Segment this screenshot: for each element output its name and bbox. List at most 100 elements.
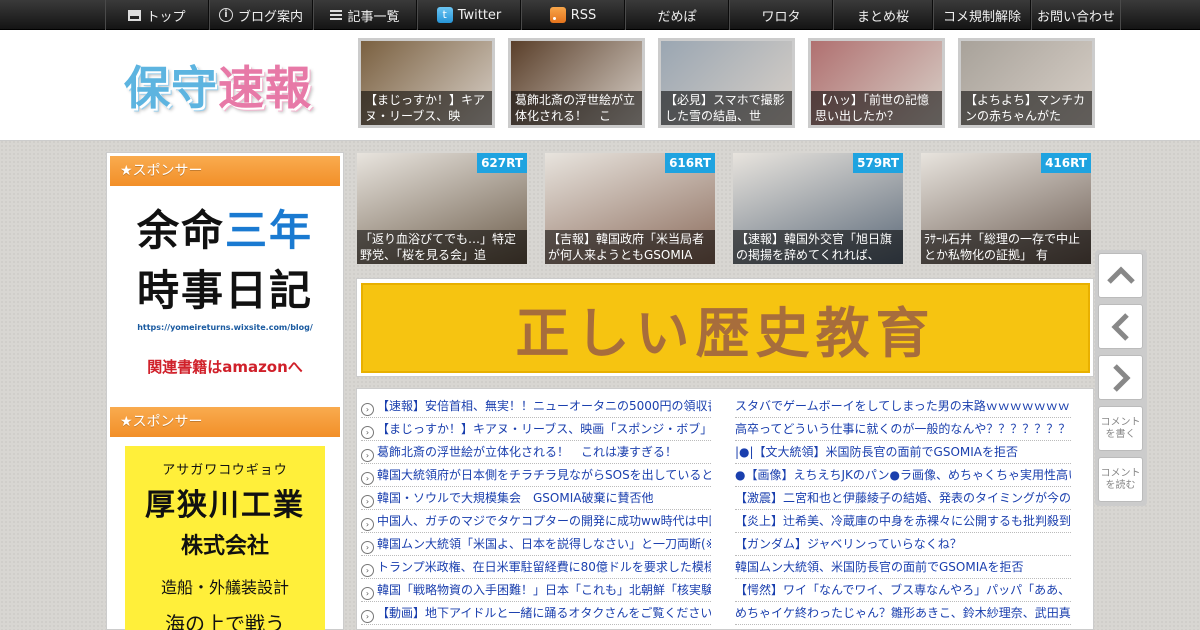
twitter-icon: t	[436, 7, 453, 23]
article-title: 韓国大統領府が日本側をチラチラ見ながらSOSを出していると	[377, 468, 711, 482]
nav-item-3[interactable]: t Twitter	[417, 0, 521, 30]
article-list-right: スタバでゲームボーイをしてしまった男の末路ｗｗｗｗｗｗｗ 高卒ってどういう仕事に就…	[735, 395, 1071, 625]
scroll-top-button[interactable]	[1098, 253, 1143, 298]
ranking-thumb[interactable]: 627RT 「返り血浴びてでも…」特定野党、「桜を見る会」追	[357, 153, 527, 264]
article-link[interactable]: › 【動画】地下アイドルと一緒に踊るオタクさんをご覧ください	[361, 602, 711, 625]
ad-amazon-link[interactable]: 関連書籍はamazonへ	[125, 356, 325, 377]
thumb-caption: 葛飾北斎の浮世絵が立体化される！ こ	[511, 91, 642, 125]
ad-title-line2: 時事日記	[136, 266, 313, 315]
nav-menu: トップ i ブログ案内 記事一覧 t Twitter RSS だめぽ ワロタ まとめ桜 コメ規制解除…	[105, 0, 1121, 30]
article-title: 葛飾北斎の浮世絵が立体化される！ これは凄すぎる！	[377, 445, 678, 459]
article-link[interactable]: › トランプ米政権、在日米軍駐留経費に80億ドルを要求した模様	[361, 556, 711, 579]
top-nav: トップ i ブログ案内 記事一覧 t Twitter RSS だめぽ ワロタ まとめ桜 コメ規制解除…	[0, 0, 1200, 30]
ranking-thumb[interactable]: 416RT ﾗｻｰﾙ石井「総理の一存で中止とか私物化の証拠」 有	[921, 153, 1091, 264]
arrow-circle-icon: ›	[361, 587, 374, 600]
article-link[interactable]: › 葛飾北斎の浮世絵が立体化される！ これは凄すぎる！	[361, 441, 711, 464]
nav-label: お問い合わせ	[1036, 9, 1115, 25]
nav-label: だめぽ	[657, 9, 697, 25]
ranking-thumb[interactable]: 616RT 【吉報】韓国政府「米当局者が何人来ようともGSOMIA	[545, 153, 715, 264]
nav-item-4[interactable]: RSS	[521, 0, 625, 30]
featured-thumb[interactable]: 【まじっすか！】キアヌ・リーブス、映	[358, 38, 495, 128]
arrow-circle-icon: ›	[361, 610, 374, 623]
ranking-thumb[interactable]: 579RT 【速報】韓国外交官「旭日旗の掲揚を辞めてくれれば、	[733, 153, 903, 264]
article-title: 【動画】地下アイドルと一緒に踊るオタクさんをご覧ください	[377, 606, 711, 620]
ranking-caption: 「返り血浴びてでも…」特定野党、「桜を見る会」追	[357, 230, 527, 264]
featured-thumb[interactable]: 【よちよち】マンチカンの赤ちゃんがた	[958, 38, 1095, 128]
next-article-button[interactable]	[1098, 355, 1143, 400]
list-icon	[330, 9, 343, 21]
thumb-caption: 【必見】スマホで撮影した雪の結晶、世	[661, 91, 792, 125]
nav-item-7[interactable]: まとめ桜	[833, 0, 933, 30]
thumb-caption: 【ハッ】「前世の記憶思い出したか？	[811, 91, 942, 125]
nav-label: トップ	[146, 9, 186, 25]
article-link[interactable]: 【激震】二宮和也と伊藤綾子の結婚、発表のタイミングが今の	[735, 487, 1071, 510]
article-link[interactable]: › 韓国大統領府が日本側をチラチラ見ながらSOSを出していると	[361, 464, 711, 487]
ranking-thumbnails: 627RT 「返り血浴びてでも…」特定野党、「桜を見る会」追 616RT 【吉報】韓国…	[357, 153, 1091, 264]
nav-item-6[interactable]: ワロタ	[729, 0, 833, 30]
arrow-circle-icon: ›	[361, 449, 374, 462]
article-title: 【まじっすか！】キアヌ・リーブス、映画「スポンジ・ボブ」	[377, 422, 711, 436]
nav-label: RSS	[570, 7, 597, 23]
sponsor-ad-asagawa[interactable]: アサガワコウギョウ 厚狭川工業 株式会社 造船・外艤装設計 海の上で戦う	[125, 446, 325, 630]
article-link[interactable]: 【炎上】辻希美、冷蔵庫の中身を赤裸々に公開するも批判殺到	[735, 510, 1071, 533]
article-link[interactable]: めちゃイケ終わったじゃん？雛形あきこ、鈴木紗理奈、武田真	[735, 602, 1071, 625]
article-link[interactable]: ●【画像】えちえちJKのパン●ラ画像、めちゃくちゃ実用性高い	[735, 464, 1071, 487]
arrow-circle-icon: ›	[361, 518, 374, 531]
write-comment-button[interactable]: コメントを書く	[1098, 406, 1143, 451]
nav-label: 記事一覧	[347, 9, 400, 25]
thumb-caption: 【まじっすか！】キアヌ・リーブス、映	[361, 91, 492, 125]
history-education-banner[interactable]: 正しい歴史教育	[361, 283, 1090, 373]
article-title: 韓国ムン大統領、米国防長官の面前でGSOMIAを拒否	[735, 560, 1024, 574]
site-logo[interactable]: 保守速報	[124, 52, 312, 118]
article-title: めちゃイケ終わったじゃん？雛形あきこ、鈴木紗理奈、武田真	[735, 606, 1071, 620]
home-icon	[128, 9, 142, 21]
ranking-caption: 【速報】韓国外交官「旭日旗の掲揚を辞めてくれれば、	[733, 230, 903, 264]
nav-label: まとめ桜	[856, 9, 909, 25]
article-link[interactable]: › 韓国・ソウルで大規模集会 GSOMIA破棄に賛否他	[361, 487, 711, 510]
article-link[interactable]: › 韓国ムン大統領「米国よ、日本を説得しなさい」と一刀両断(※	[361, 533, 711, 556]
article-title: 韓国「戦略物資の入手困難！」日本「これも」北朝鮮「核実験	[377, 583, 711, 597]
article-link[interactable]: 高卒ってどういう仕事に就くのが一般的なんや？？？？？？？	[735, 418, 1071, 441]
article-link[interactable]: スタバでゲームボーイをしてしまった男の末路ｗｗｗｗｗｗｗ	[735, 395, 1071, 418]
article-title: 【激震】二宮和也と伊藤綾子の結婚、発表のタイミングが今の	[735, 491, 1071, 505]
nav-item-0[interactable]: トップ	[105, 0, 209, 30]
article-link[interactable]: |●|【文大統領】米国防長官の面前でGSOMIAを拒否	[735, 441, 1071, 464]
article-link[interactable]: 【愕然】ワイ「なんでワイ、ブス専なんやろ」パッパ「ああ、	[735, 579, 1071, 602]
nav-item-8[interactable]: コメ規制解除	[933, 0, 1031, 30]
read-comment-button[interactable]: コメントを読む	[1098, 457, 1143, 502]
nav-item-5[interactable]: だめぽ	[625, 0, 729, 30]
nav-item-2[interactable]: 記事一覧	[313, 0, 417, 30]
chevron-right-icon	[1112, 363, 1131, 392]
site-header: 保守速報 【まじっすか！】キアヌ・リーブス、映 葛飾北斎の浮世絵が立体化される！ …	[0, 30, 1200, 141]
info-icon: i	[218, 8, 233, 22]
article-link[interactable]: 韓国ムン大統領、米国防長官の面前でGSOMIAを拒否	[735, 556, 1071, 579]
featured-thumb[interactable]: 【ハッ】「前世の記憶思い出したか？	[808, 38, 945, 128]
rss-icon	[549, 7, 566, 23]
sponsor-ad-yomei[interactable]: 余命三年 時事日記 https://yomeireturns.wixsite.c…	[125, 201, 325, 381]
nav-item-1[interactable]: i ブログ案内	[209, 0, 313, 30]
arrow-circle-icon: ›	[361, 564, 374, 577]
featured-thumb[interactable]: 葛飾北斎の浮世絵が立体化される！ こ	[508, 38, 645, 128]
article-title: 中国人、ガチのマジでタケコプターの開発に成功ww時代は中国	[377, 514, 711, 528]
thumb-caption: 【よちよち】マンチカンの赤ちゃんがた	[961, 91, 1092, 125]
nav-item-9[interactable]: お問い合わせ	[1031, 0, 1121, 30]
ranking-caption: ﾗｻｰﾙ石井「総理の一存で中止とか私物化の証拠」 有	[921, 230, 1091, 264]
article-link[interactable]: › 中国人、ガチのマジでタケコプターの開発に成功ww時代は中国	[361, 510, 711, 533]
ad2-company-name: 厚狭川工業	[145, 488, 305, 523]
ad-title-line1: 余命三年	[136, 206, 314, 255]
article-link[interactable]: › 【まじっすか！】キアヌ・リーブス、映画「スポンジ・ボブ」	[361, 418, 711, 441]
article-title: スタバでゲームボーイをしてしまった男の末路ｗｗｗｗｗｗｗ	[735, 399, 1070, 413]
article-link[interactable]: 【ガンダム】ジャベリンっていらなくね？	[735, 533, 1071, 556]
article-title: 【速報】安倍首相、無実！！ニューオータニの5000円の領収書	[377, 399, 711, 413]
arrow-circle-icon: ›	[361, 426, 374, 439]
ad2-tagline: 海の上で戦う	[165, 612, 285, 630]
article-link[interactable]: › 韓国「戦略物資の入手困難！」日本「これも」北朝鮮「核実験	[361, 579, 711, 602]
featured-thumb[interactable]: 【必見】スマホで撮影した雪の結晶、世	[658, 38, 795, 128]
article-link[interactable]: › 【速報】安倍首相、無実！！ニューオータニの5000円の領収書	[361, 395, 711, 418]
prev-article-button[interactable]	[1098, 304, 1143, 349]
arrow-circle-icon: ›	[361, 541, 374, 554]
article-title: ●【画像】えちえちJKのパン●ラ画像、めちゃくちゃ実用性高い	[735, 468, 1071, 482]
sponsor-heading: ★スポンサー	[110, 156, 340, 186]
article-title: 【ガンダム】ジャベリンっていらなくね？	[735, 537, 962, 551]
retweet-count-badge: 579RT	[853, 153, 903, 173]
